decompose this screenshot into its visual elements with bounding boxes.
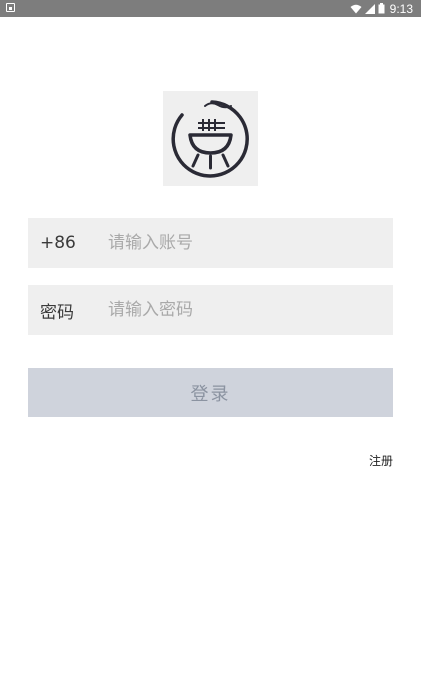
password-input[interactable]	[108, 285, 393, 335]
status-time: 9:13	[389, 1, 413, 16]
account-input[interactable]	[108, 218, 393, 268]
signal-icon	[364, 3, 375, 14]
register-link[interactable]: 注册	[369, 452, 393, 469]
login-button[interactable]: 登录	[28, 368, 393, 417]
password-label: 密码	[40, 302, 74, 323]
password-field: 密码	[28, 285, 393, 335]
grill-logo-icon	[171, 100, 249, 178]
status-bar: 9:13	[0, 0, 421, 17]
status-right: 9:13	[350, 0, 413, 17]
wifi-icon	[350, 4, 362, 13]
phone-field: +86	[28, 218, 393, 268]
app-logo	[163, 91, 258, 186]
battery-icon	[378, 3, 385, 14]
country-code-label[interactable]: +86	[28, 233, 108, 253]
notification-icon	[6, 3, 15, 12]
